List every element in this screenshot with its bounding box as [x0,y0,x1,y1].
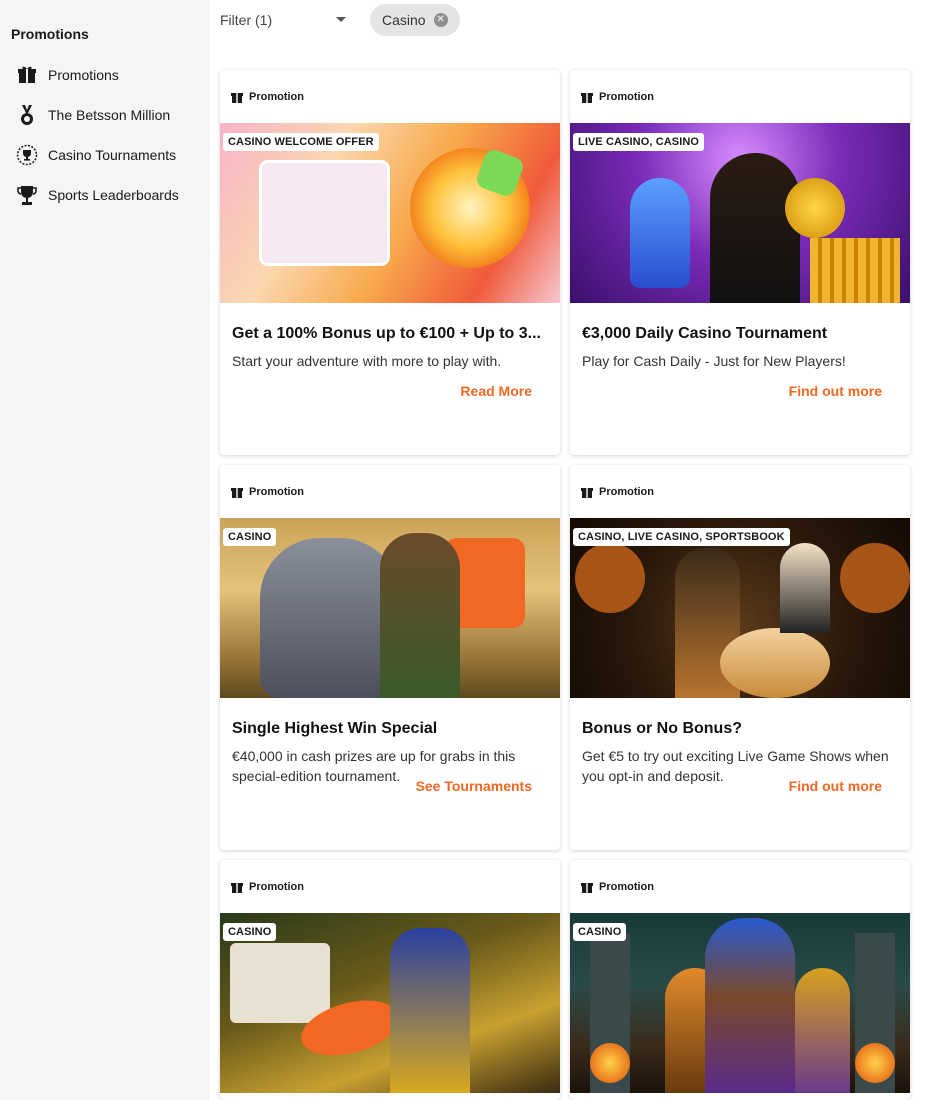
filter-dropdown[interactable]: Filter (1) [220,4,350,36]
promo-card[interactable]: Promotion CASINO Single Highest Win Spec… [220,465,560,850]
medal-icon [16,104,38,126]
card-header: Promotion [570,70,910,123]
promo-card[interactable]: Promotion CASINO [570,860,910,1100]
promo-card[interactable]: Promotion CASINO WELCOME OFFER Get a 100… [220,70,560,455]
find-out-more-link[interactable]: Find out more [789,778,882,794]
card-type-label: Promotion [599,90,654,103]
close-icon[interactable]: ✕ [433,13,448,27]
caret-down-icon [336,17,346,22]
card-type-label: Promotion [249,90,304,103]
fire-left [590,1043,630,1083]
card-header: Promotion [570,465,910,518]
filter-chip-casino[interactable]: Casino ✕ [370,4,460,36]
category-tag: CASINO [573,923,627,941]
card-title: Get a 100% Bonus up to €100 + Up to 3... [232,325,541,342]
promo-card[interactable]: Promotion CASINO, LIVE CASINO, SPORTSBOO… [570,465,910,850]
clover-right [840,543,910,613]
card-type-label: Promotion [599,485,654,498]
trophy-icon [16,184,38,206]
promo-image[interactable]: CASINO [570,913,910,1093]
category-tag: LIVE CASINO, CASINO [573,133,705,151]
card-body: Get a 100% Bonus up to €100 + Up to 3...… [220,303,560,455]
sidebar-item-casino-tournaments[interactable]: Casino Tournaments [16,143,176,167]
read-more-link[interactable]: Read More [460,383,532,399]
card-header: Promotion [570,860,910,913]
promo-image[interactable]: LIVE CASINO, CASINO [570,123,910,303]
gift-icon [16,64,38,86]
gold-coins [810,238,900,303]
category-tag: CASINO, LIVE CASINO, SPORTSBOOK [573,528,790,546]
gift-icon [231,92,243,103]
explorer-figure [380,533,460,698]
promo-image[interactable]: CASINO, LIVE CASINO, SPORTSBOOK [570,518,910,698]
filter-bar: Filter (1) Casino ✕ [220,4,940,36]
queen-figure [795,968,850,1093]
sidebar-item-label: Casino Tournaments [48,147,177,163]
trophy-badge-icon [16,144,38,166]
sidebar-item-label: Promotions [48,67,119,83]
clover-left [575,543,645,613]
category-tag: CASINO [223,923,277,941]
promo-image[interactable]: CASINO [220,913,560,1093]
card-type-label: Promotion [249,485,304,498]
gold-mask [785,178,845,238]
find-out-more-link[interactable]: Find out more [789,383,882,399]
sidebar: Promotions Promotions The Betsson Millio… [0,0,210,1100]
card-body: €3,000 Daily Casino Tournament Play for … [570,303,910,455]
card-type-label: Promotion [249,880,304,893]
sidebar-item-label: Sports Leaderboards [48,187,179,203]
promo-card[interactable]: Promotion LIVE CASINO, CASINO €3,000 Dai… [570,70,910,455]
gift-icon [231,882,243,893]
sidebar-item-sports-leaderboards[interactable]: Sports Leaderboards [16,183,179,207]
card-title: Bonus or No Bonus? [582,720,742,737]
roulette-wheel [720,628,830,698]
boat-figure [230,943,330,1023]
gift-icon [231,487,243,498]
promo-image[interactable]: CASINO [220,518,560,698]
cleopatra-figure [705,918,795,1093]
sidebar-title: Promotions [11,26,89,42]
card-description: Play for Cash Daily - Just for New Playe… [582,353,846,369]
main-content: Filter (1) Casino ✕ Promotion CASINO WEL… [210,0,948,1100]
see-tournaments-link[interactable]: See Tournaments [416,778,532,794]
chip-label: Casino [382,12,426,28]
card-body: Single Highest Win Special €40,000 in ca… [220,698,560,850]
card-header: Promotion [220,465,560,518]
card-body: Bonus or No Bonus? Get €5 to try out exc… [570,698,910,850]
host-figure [710,153,800,303]
gift-icon [581,882,593,893]
robot-figure [630,178,690,288]
category-tag: CASINO WELCOME OFFER [223,133,379,151]
card-header: Promotion [220,860,560,913]
gift-icon [581,92,593,103]
candy-grid [262,163,387,263]
promo-card[interactable]: Promotion CASINO [220,860,560,1100]
sidebar-item-betsson-million[interactable]: The Betsson Million [16,103,170,127]
card-header: Promotion [220,70,560,123]
card-type-label: Promotion [599,880,654,893]
rhino-figure [260,538,400,698]
host-figure [780,543,830,633]
card-description: Start your adventure with more to play w… [232,353,502,369]
card-title: Single Highest Win Special [232,720,438,737]
fire-right [855,1043,895,1083]
anubis-figure [390,928,470,1093]
category-tag: CASINO [223,528,277,546]
card-title: €3,000 Daily Casino Tournament [582,325,828,342]
sidebar-item-promotions[interactable]: Promotions [16,63,119,87]
gift-icon [581,487,593,498]
sidebar-item-label: The Betsson Million [48,107,171,123]
promo-image[interactable]: CASINO WELCOME OFFER [220,123,560,303]
filter-label: Filter (1) [220,12,273,28]
